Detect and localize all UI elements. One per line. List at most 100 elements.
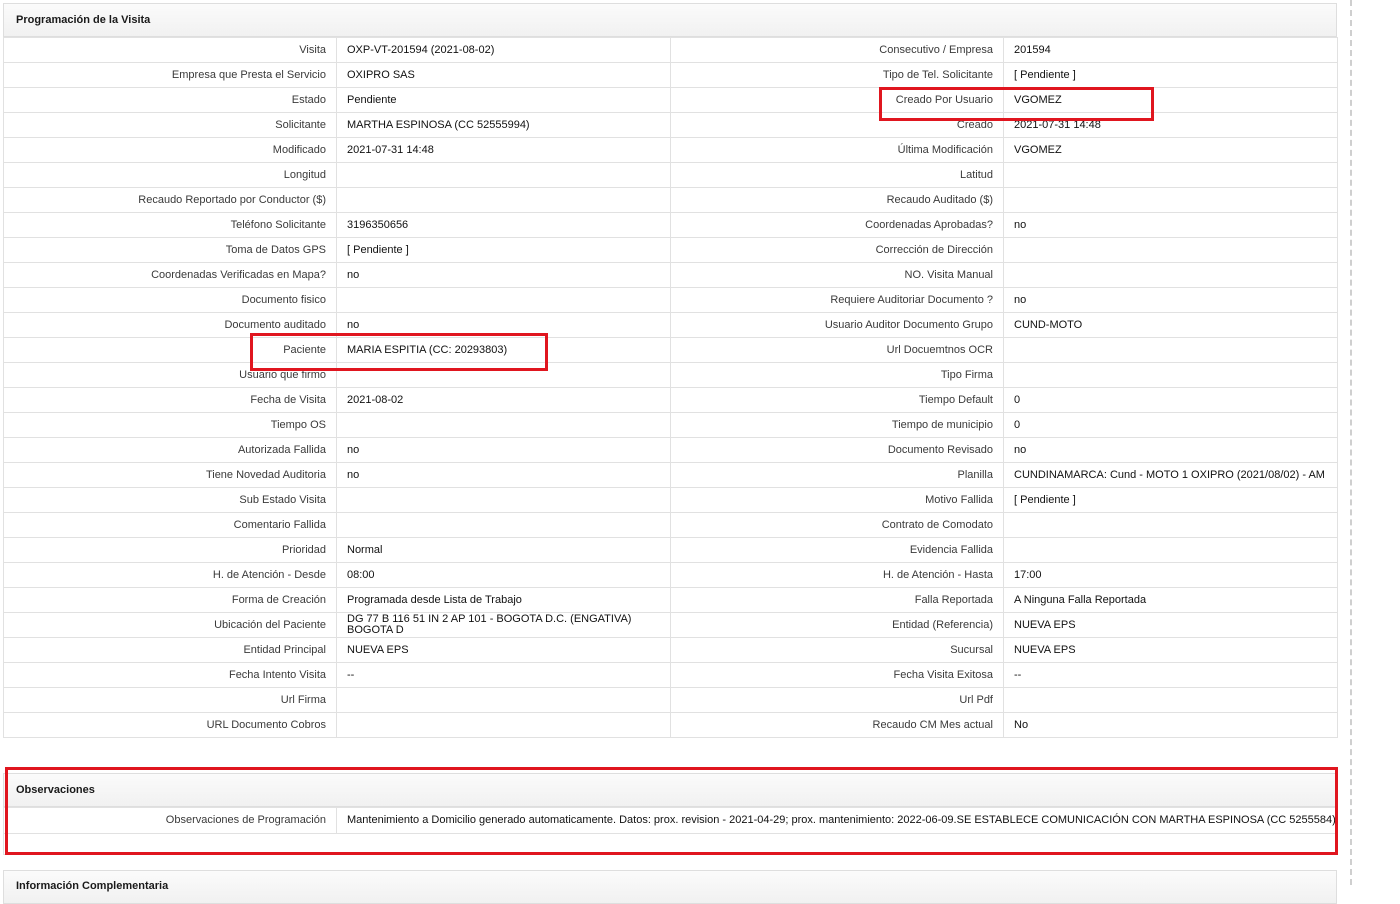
field-value: CUNDINAMARCA: Cund - MOTO 1 OXIPRO (2021… bbox=[1003, 462, 1338, 488]
field-label: Tiempo Default bbox=[670, 387, 1004, 413]
field-value: No bbox=[1003, 712, 1338, 738]
programacion-row: Paciente MARIA ESPITIA (CC: 20293803) Url … bbox=[3, 337, 1338, 363]
field-value bbox=[336, 512, 671, 538]
complementaria-header: Información Complementaria bbox=[3, 870, 1337, 904]
field-value: NUEVA EPS bbox=[1003, 612, 1338, 638]
field-value: 3196350656 bbox=[336, 212, 671, 238]
programacion-row: Modificado 2021-07-31 14:48 Última Modific… bbox=[3, 137, 1338, 163]
field-label: Paciente bbox=[3, 337, 337, 363]
programacion-row: Ubicación del Paciente DG 77 B 116 51 IN … bbox=[3, 612, 1338, 638]
field-value: [ Pendiente ] bbox=[1003, 487, 1338, 513]
field-value: NUEVA EPS bbox=[1003, 637, 1338, 663]
field-value: 08:00 bbox=[336, 562, 671, 588]
field-label: Consecutivo / Empresa bbox=[670, 37, 1004, 63]
field-value: A Ninguna Falla Reportada bbox=[1003, 587, 1338, 613]
field-label: Comentario Fallida bbox=[3, 512, 337, 538]
field-label: H. de Atención - Hasta bbox=[670, 562, 1004, 588]
field-value bbox=[1003, 537, 1338, 563]
programacion-row: Teléfono Solicitante 3196350656 Coordenada… bbox=[3, 212, 1338, 238]
field-label: Tipo Firma bbox=[670, 362, 1004, 388]
programacion-row: Url Firma Url Pdf bbox=[3, 687, 1338, 713]
programacion-row: Autorizada Fallida no Documento Revisado … bbox=[3, 437, 1338, 463]
observaciones-value: Mantenimiento a Domicilio generado autom… bbox=[336, 807, 1338, 834]
field-value bbox=[336, 712, 671, 738]
field-value: 17:00 bbox=[1003, 562, 1338, 588]
field-value: Normal bbox=[336, 537, 671, 563]
programacion-row: H. de Atención - Desde 08:00 H. de Atenció… bbox=[3, 562, 1338, 588]
programacion-row: URL Documento Cobros Recaudo CM Mes actua… bbox=[3, 712, 1338, 738]
field-label: Url Firma bbox=[3, 687, 337, 713]
field-value: MARTHA ESPINOSA (CC 52555994) bbox=[336, 112, 671, 138]
field-value bbox=[1003, 187, 1338, 213]
programacion-row: Longitud Latitud bbox=[3, 162, 1338, 188]
page-edge-divider bbox=[1350, 0, 1352, 885]
field-value: 0 bbox=[1003, 387, 1338, 413]
field-label: Fecha Visita Exitosa bbox=[670, 662, 1004, 688]
programacion-panel: Programación de la Visita Visita OXP-VT-2… bbox=[3, 3, 1338, 738]
observaciones-label: Observaciones de Programación bbox=[3, 807, 337, 834]
field-value: no bbox=[336, 437, 671, 463]
programacion-row: Toma de Datos GPS[ Pendiente ] Corrección… bbox=[3, 237, 1338, 263]
field-value bbox=[1003, 337, 1338, 363]
programacion-row: Prioridad Normal Evidencia Fallida bbox=[3, 537, 1338, 563]
field-label: Documento auditado bbox=[3, 312, 337, 338]
field-value bbox=[1003, 237, 1338, 263]
field-value: 0 bbox=[1003, 412, 1338, 438]
field-value: OXP-VT-201594 (2021-08-02) bbox=[336, 37, 671, 63]
observaciones-panel: Observaciones Observaciones de Programac… bbox=[3, 773, 1338, 855]
field-label: Recaudo Reportado por Conductor ($) bbox=[3, 187, 337, 213]
field-label: Visita bbox=[3, 37, 337, 63]
field-value bbox=[1003, 262, 1338, 288]
field-value: MARIA ESPITIA (CC: 20293803) bbox=[336, 337, 671, 363]
programacion-row: Entidad Principal NUEVA EPS Sucursal NUEVA … bbox=[3, 637, 1338, 663]
field-label: Creado bbox=[670, 112, 1004, 138]
field-value: OXIPRO SAS bbox=[336, 62, 671, 88]
field-value: no bbox=[1003, 437, 1338, 463]
field-label: Documento Revisado bbox=[670, 437, 1004, 463]
programacion-row: Fecha de Visita 2021-08-02 Tiempo Default… bbox=[3, 387, 1338, 413]
observaciones-header: Observaciones bbox=[3, 773, 1337, 807]
field-label: Longitud bbox=[3, 162, 337, 188]
field-value: Pendiente bbox=[336, 87, 671, 113]
field-value bbox=[336, 487, 671, 513]
field-value: [ Pendiente ] bbox=[1003, 62, 1338, 88]
programacion-row: Forma de Creación Programada desde Lista … bbox=[3, 587, 1338, 613]
field-label: Prioridad bbox=[3, 537, 337, 563]
programacion-row: Usuario que firmo Tipo Firma bbox=[3, 362, 1338, 388]
field-label: Recaudo CM Mes actual bbox=[670, 712, 1004, 738]
field-value bbox=[336, 412, 671, 438]
programacion-row: Estado Pendiente Creado Por Usuario VGOMEZ bbox=[3, 87, 1338, 113]
field-label: Coordenadas Aprobadas? bbox=[670, 212, 1004, 238]
field-value: 2021-07-31 14:48 bbox=[336, 137, 671, 163]
field-value: 2021-08-02 bbox=[336, 387, 671, 413]
field-value: NUEVA EPS bbox=[336, 637, 671, 663]
field-label: URL Documento Cobros bbox=[3, 712, 337, 738]
field-value bbox=[1003, 687, 1338, 713]
field-value bbox=[1003, 162, 1338, 188]
field-label: NO. Visita Manual bbox=[670, 262, 1004, 288]
field-label: Modificado bbox=[3, 137, 337, 163]
programacion-row: Recaudo Reportado por Conductor ($) Recau… bbox=[3, 187, 1338, 213]
field-label: Fecha Intento Visita bbox=[3, 662, 337, 688]
field-label: Sub Estado Visita bbox=[3, 487, 337, 513]
field-label: Última Modificación bbox=[670, 137, 1004, 163]
programacion-header: Programación de la Visita bbox=[3, 3, 1337, 37]
complementaria-panel: Información Complementaria bbox=[3, 870, 1337, 904]
field-value: CUND-MOTO bbox=[1003, 312, 1338, 338]
field-value: no bbox=[1003, 212, 1338, 238]
field-label: Tiene Novedad Auditoria bbox=[3, 462, 337, 488]
field-value: no bbox=[336, 262, 671, 288]
field-label: Fecha de Visita bbox=[3, 387, 337, 413]
programacion-row: Documento auditado no Usuario Auditor Doc… bbox=[3, 312, 1338, 338]
field-label: Planilla bbox=[670, 462, 1004, 488]
field-label: Teléfono Solicitante bbox=[3, 212, 337, 238]
field-value: no bbox=[336, 462, 671, 488]
field-value: 2021-07-31 14:48 bbox=[1003, 112, 1338, 138]
observaciones-row: Observaciones de Programación Mantenimie… bbox=[3, 807, 1338, 834]
field-label: Recaudo Auditado ($) bbox=[670, 187, 1004, 213]
field-label: Estado bbox=[3, 87, 337, 113]
field-label: H. de Atención - Desde bbox=[3, 562, 337, 588]
field-label: Tiempo de municipio bbox=[670, 412, 1004, 438]
field-label: Creado Por Usuario bbox=[670, 87, 1004, 113]
field-value: [ Pendiente ] bbox=[336, 237, 671, 263]
